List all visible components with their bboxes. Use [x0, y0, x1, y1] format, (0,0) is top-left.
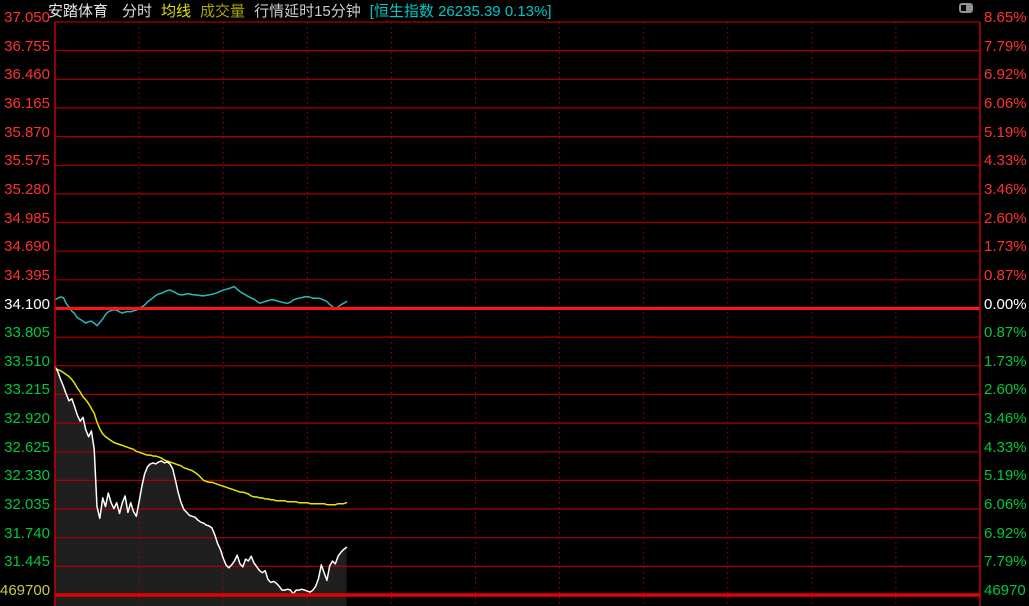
percent-tick-label: 4.33%: [984, 153, 1027, 169]
percent-tick-label: 7.79%: [984, 554, 1027, 570]
chart-header: 安踏体育 分时 均线 成交量 行情延时15分钟 [恒生指数 26235.39 0…: [48, 0, 552, 20]
percent-tick-label: 2.60%: [984, 382, 1027, 398]
tab-ma-line[interactable]: 均线: [161, 0, 191, 21]
price-tick-label: 36.755: [0, 39, 50, 55]
price-tick-label: 469700: [0, 583, 50, 599]
price-tick-label: 34.100: [0, 297, 50, 313]
percent-tick-label: 6.92%: [984, 67, 1027, 83]
percent-tick-label: 1.73%: [984, 354, 1027, 370]
tab-volume[interactable]: 成交量: [200, 0, 245, 21]
avg-price-line: [55, 368, 347, 505]
percent-tick-label: 6.06%: [984, 497, 1027, 513]
percent-tick-label: 7.79%: [984, 39, 1027, 55]
percent-tick-label: 5.19%: [984, 468, 1027, 484]
percent-tick-label: 46970: [984, 583, 1026, 599]
percent-tick-label: 2.60%: [984, 211, 1027, 227]
stock-intraday-chart-screen: 安踏体育 分时 均线 成交量 行情延时15分钟 [恒生指数 26235.39 0…: [0, 0, 1029, 606]
hang-seng-index-pct-line: [55, 287, 347, 326]
price-tick-label: 33.215: [0, 382, 50, 398]
percent-tick-label: 0.87%: [984, 268, 1027, 284]
tab-timeshare[interactable]: 分时: [122, 0, 152, 21]
percent-tick-label: 6.92%: [984, 526, 1027, 542]
percent-tick-label: 4.33%: [984, 440, 1027, 456]
panel-icon-fill: [966, 5, 971, 11]
chart-plot-area[interactable]: [0, 0, 1029, 606]
percent-tick-label: 8.65%: [984, 10, 1027, 26]
hang-seng-index-quote[interactable]: [恒生指数 26235.39 0.13%]: [370, 0, 552, 21]
price-tick-label: 34.985: [0, 211, 50, 227]
percent-tick-label: 5.19%: [984, 125, 1027, 141]
price-tick-label: 31.445: [0, 554, 50, 570]
price-area-fill: [55, 367, 347, 606]
price-tick-label: 35.280: [0, 182, 50, 198]
price-tick-label: 34.395: [0, 268, 50, 284]
price-tick-label: 31.740: [0, 526, 50, 542]
price-tick-label: 33.805: [0, 325, 50, 341]
percent-tick-label: 0.87%: [984, 325, 1027, 341]
price-tick-label: 33.510: [0, 354, 50, 370]
price-tick-label: 37.050: [0, 10, 50, 26]
percent-tick-label: 3.46%: [984, 411, 1027, 427]
price-tick-label: 32.330: [0, 468, 50, 484]
orderbook-panel-toggle-icon[interactable]: [959, 3, 973, 13]
percent-tick-label: 1.73%: [984, 239, 1027, 255]
price-tick-label: 35.575: [0, 153, 50, 169]
price-tick-label: 34.690: [0, 239, 50, 255]
price-tick-label: 32.625: [0, 440, 50, 456]
price-tick-label: 36.460: [0, 67, 50, 83]
price-tick-label: 32.035: [0, 497, 50, 513]
price-tick-label: 32.920: [0, 411, 50, 427]
percent-tick-label: 0.00%: [984, 297, 1027, 313]
delay-note: 行情延时15分钟: [254, 0, 361, 21]
vertical-dotted-gridlines: [139, 22, 896, 606]
percent-tick-label: 6.06%: [984, 96, 1027, 112]
price-tick-label: 36.165: [0, 96, 50, 112]
price-tick-label: 35.870: [0, 125, 50, 141]
percent-tick-label: 3.46%: [984, 182, 1027, 198]
stock-name: 安踏体育: [48, 0, 108, 21]
